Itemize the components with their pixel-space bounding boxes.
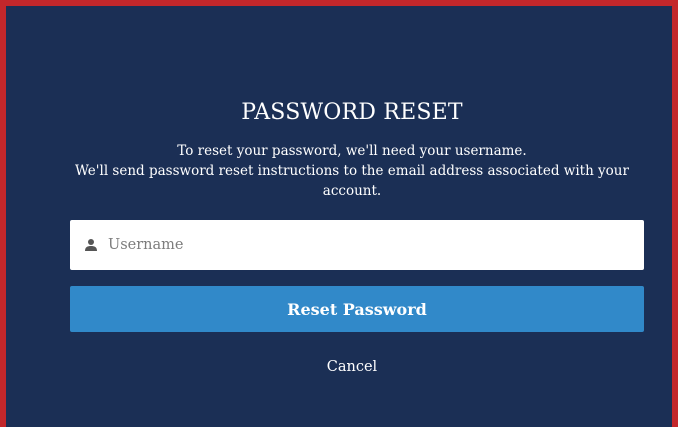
reset-password-button[interactable]: Reset Password	[70, 286, 644, 332]
user-icon	[84, 238, 98, 252]
instructions-text: To reset your password, we'll need your …	[58, 141, 646, 201]
username-field[interactable]	[70, 220, 644, 270]
dialog-title: PASSWORD RESET	[241, 100, 463, 125]
username-input[interactable]	[108, 225, 644, 265]
instructions-line-1: To reset your password, we'll need your …	[177, 143, 527, 159]
instructions-line-2: We'll send password reset instructions t…	[75, 163, 629, 199]
cancel-link[interactable]: Cancel	[64, 359, 640, 375]
reset-dialog-frame: PASSWORD RESET To reset your password, w…	[0, 0, 678, 427]
